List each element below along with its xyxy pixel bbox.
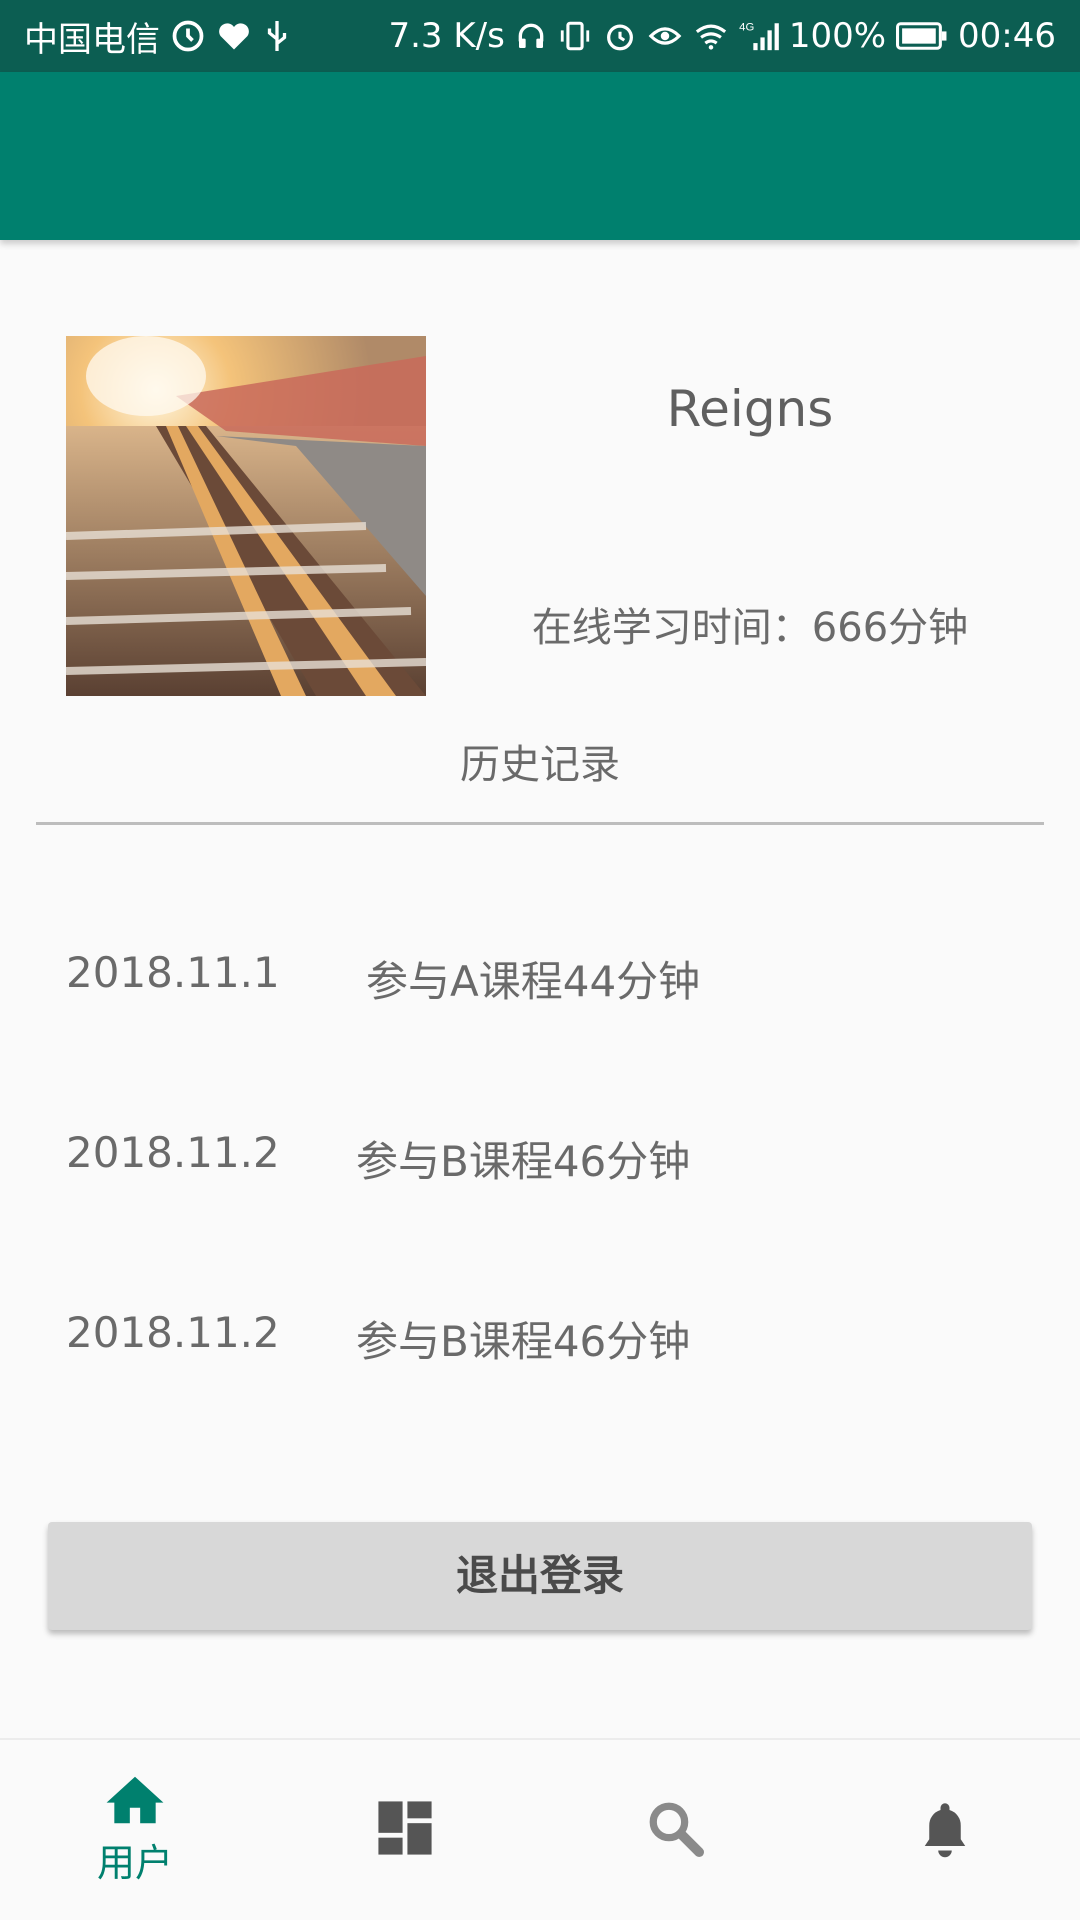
- nav-tab-user[interactable]: 用户: [0, 1740, 270, 1920]
- search-icon: [646, 1799, 704, 1861]
- history-item: 2018.11.2 参与B课程46分钟: [66, 1308, 966, 1368]
- history-date: 2018.11.2: [66, 1128, 280, 1177]
- logout-button[interactable]: 退出登录: [48, 1522, 1032, 1630]
- net-speed: 7.3 K/s: [388, 16, 505, 56]
- carrier-name: 中国电信: [24, 19, 160, 60]
- history-title: 历史记录: [460, 742, 620, 788]
- history-item: 2018.11.1 参与A课程44分钟: [66, 948, 966, 1008]
- home-icon: [104, 1774, 166, 1830]
- history-desc: 参与B课程46分钟: [356, 1317, 691, 1366]
- nav-label-user: 用户: [96, 1840, 173, 1885]
- dashboard-icon: [376, 1799, 434, 1861]
- app-bar: [0, 72, 1080, 240]
- nav-tab-dashboard[interactable]: [270, 1740, 540, 1920]
- vibrate-icon: [557, 19, 593, 53]
- headphone-icon: [515, 19, 547, 53]
- svg-text:4G: 4G: [739, 21, 754, 33]
- eye-icon: [647, 19, 683, 53]
- battery-icon: [896, 21, 948, 51]
- nav-tab-notifications[interactable]: [810, 1740, 1080, 1920]
- sync-icon: [170, 18, 206, 54]
- usb-icon: [262, 18, 292, 54]
- bell-icon: [918, 1797, 972, 1863]
- signal-icon: 4G: [739, 19, 779, 53]
- status-bar: 中国电信 7.3 K/s 4G 100% 00:46: [0, 0, 1080, 72]
- heart-icon: [216, 18, 252, 54]
- status-bar-right: 7.3 K/s 4G 100% 00:46: [388, 16, 1056, 56]
- avatar: [66, 336, 426, 696]
- wifi-icon: [693, 19, 729, 53]
- clock: 00:46: [958, 16, 1056, 56]
- bottom-navigation: 用户: [0, 1738, 1080, 1920]
- railway-photo: [66, 336, 426, 696]
- history-date: 2018.11.2: [66, 1308, 280, 1357]
- battery-percent: 100%: [788, 16, 887, 56]
- status-bar-left: 中国电信: [24, 12, 292, 61]
- divider: [36, 822, 1044, 825]
- username: Reigns: [666, 380, 834, 438]
- history-date: 2018.11.1: [66, 948, 280, 997]
- history-desc: 参与A课程44分钟: [366, 957, 701, 1006]
- alarm-icon: [603, 19, 637, 53]
- history-desc: 参与B课程46分钟: [356, 1137, 691, 1186]
- nav-tab-search[interactable]: [540, 1740, 810, 1920]
- history-item: 2018.11.2 参与B课程46分钟: [66, 1128, 966, 1188]
- study-time: 在线学习时间：666分钟: [531, 605, 969, 651]
